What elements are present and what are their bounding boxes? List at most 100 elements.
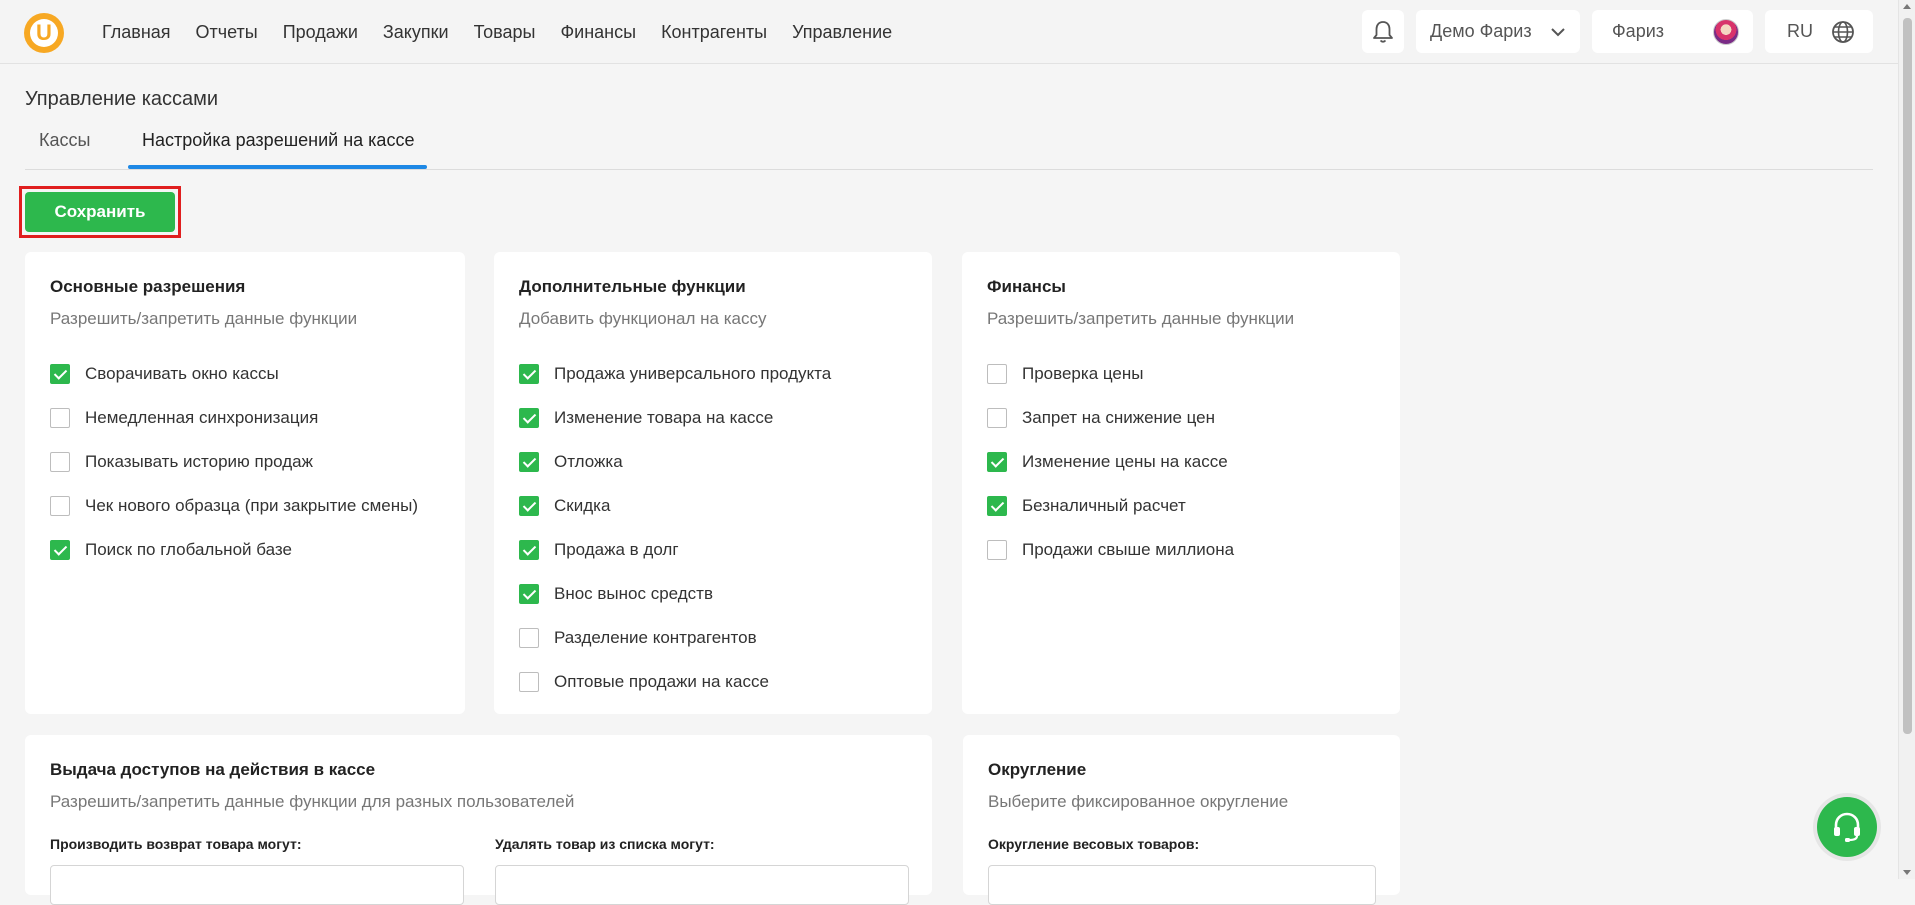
top-bar: U Главная Отчеты Продажи Закупки Товары … — [0, 0, 1898, 64]
option-label: Чек нового образца (при закрытие смены) — [85, 496, 418, 515]
logo-letter: U — [30, 19, 58, 47]
permission-option[interactable]: Разделение контрагентов — [519, 616, 831, 660]
checkbox-checked[interactable] — [519, 496, 539, 516]
card-title: Финансы — [987, 277, 1066, 296]
card-basic-permissions: Основные разрешения Разрешить/запретить … — [25, 252, 465, 714]
permission-option[interactable]: Показывать историю продаж — [50, 440, 418, 484]
card-subtitle: Добавить функционал на кассу — [519, 309, 767, 328]
bell-icon — [1373, 20, 1393, 43]
user-menu[interactable]: Фариз — [1592, 10, 1753, 53]
checkbox-unchecked[interactable] — [987, 540, 1007, 560]
permission-option[interactable]: Скидка — [519, 484, 831, 528]
nav-item-products[interactable]: Товары — [474, 22, 536, 43]
card-title: Основные разрешения — [50, 277, 246, 296]
save-button[interactable]: Сохранить — [25, 192, 175, 232]
option-label: Продажа в долг — [554, 540, 679, 559]
checkbox-checked[interactable] — [987, 496, 1007, 516]
option-label: Изменение товара на кассе — [554, 408, 774, 427]
save-button-highlight: Сохранить — [19, 186, 181, 238]
checkbox-checked[interactable] — [50, 364, 70, 384]
permission-option[interactable]: Поиск по глобальной базе — [50, 528, 418, 572]
permission-option[interactable]: Изменение товара на кассе — [519, 396, 831, 440]
chevron-down-icon — [1551, 27, 1565, 36]
weight-rounding-label: Округление весовых товаров: — [988, 836, 1200, 852]
return-permission-select[interactable] — [50, 865, 464, 905]
checkbox-unchecked[interactable] — [519, 628, 539, 648]
checkbox-checked[interactable] — [50, 540, 70, 560]
checkbox-checked[interactable] — [519, 452, 539, 472]
weight-rounding-select[interactable] — [988, 865, 1376, 905]
option-label: Поиск по глобальной базе — [85, 540, 292, 559]
card-subtitle: Разрешить/запретить данные функции для р… — [50, 792, 575, 811]
notifications-button[interactable] — [1362, 10, 1404, 53]
tab-registers[interactable]: Кассы — [39, 130, 90, 151]
checkbox-unchecked[interactable] — [50, 496, 70, 516]
card-title: Округление — [988, 760, 1087, 779]
language-selector[interactable]: RU — [1765, 10, 1873, 53]
nav-item-purchases[interactable]: Закупки — [383, 22, 449, 43]
option-label: Сворачивать окно кассы — [85, 364, 279, 383]
checkbox-unchecked[interactable] — [987, 364, 1007, 384]
option-label: Запрет на снижение цен — [1022, 408, 1216, 427]
permission-option[interactable]: Изменение цены на кассе — [987, 440, 1234, 484]
card-subtitle: Разрешить/запретить данные функции — [987, 309, 1295, 328]
checkbox-unchecked[interactable] — [50, 408, 70, 428]
return-permission-label: Производить возврат товара могут: — [50, 836, 302, 852]
option-label: Продажи свыше миллиона — [1022, 540, 1235, 559]
scroll-down-icon[interactable] — [1903, 870, 1911, 875]
tab-register-permissions[interactable]: Настройка разрешений на кассе — [142, 130, 414, 151]
card-subtitle: Выберите фиксированное округление — [988, 792, 1289, 811]
option-label: Проверка цены — [1022, 364, 1144, 383]
checkbox-unchecked[interactable] — [987, 408, 1007, 428]
nav-item-home[interactable]: Главная — [102, 22, 171, 43]
app-logo[interactable]: U — [24, 13, 64, 53]
checkbox-unchecked[interactable] — [519, 672, 539, 692]
nav-item-sales[interactable]: Продажи — [283, 22, 358, 43]
scroll-up-icon[interactable] — [1903, 4, 1911, 9]
company-name: Демо Фариз — [1430, 21, 1532, 41]
checkbox-checked[interactable] — [519, 408, 539, 428]
permission-option[interactable]: Продажа в долг — [519, 528, 831, 572]
permission-option[interactable]: Чек нового образца (при закрытие смены) — [50, 484, 418, 528]
card-rounding: Округление Выберите фиксированное округл… — [963, 735, 1400, 905]
permission-option[interactable]: Сворачивать окно кассы — [50, 352, 418, 396]
nav-item-management[interactable]: Управление — [792, 22, 892, 43]
nav-item-reports[interactable]: Отчеты — [196, 22, 258, 43]
card-user-access: Выдача доступов на действия в кассе Разр… — [25, 735, 932, 905]
support-chat-button[interactable] — [1813, 793, 1881, 861]
checkbox-checked[interactable] — [519, 540, 539, 560]
option-list: Продажа универсального продукта Изменение… — [519, 352, 831, 704]
option-label: Отложка — [554, 452, 623, 471]
page-title: Управление кассами — [25, 88, 219, 110]
headset-icon — [1834, 812, 1860, 842]
permission-option[interactable]: Продажа универсального продукта — [519, 352, 831, 396]
scroll-thumb[interactable] — [1903, 18, 1912, 734]
card-subtitle: Разрешить/запретить данные функции — [50, 309, 358, 328]
card-finance: Финансы Разрешить/запретить данные функц… — [962, 252, 1400, 714]
permission-option[interactable]: Запрет на снижение цен — [987, 396, 1234, 440]
permission-option[interactable]: Проверка цены — [987, 352, 1234, 396]
delete-permission-select[interactable] — [495, 865, 909, 905]
permission-option[interactable]: Внос вынос средств — [519, 572, 831, 616]
option-label: Разделение контрагентов — [554, 628, 757, 647]
checkbox-unchecked[interactable] — [50, 452, 70, 472]
card-extra-functions: Дополнительные функции Добавить функцион… — [494, 252, 932, 714]
avatar — [1713, 18, 1739, 45]
permission-option[interactable]: Немедленная синхронизация — [50, 396, 418, 440]
checkbox-checked[interactable] — [519, 584, 539, 604]
nav-item-finance[interactable]: Финансы — [560, 22, 636, 43]
option-list: Проверка цены Запрет на снижение цен Измен… — [987, 352, 1234, 572]
permission-option[interactable]: Оптовые продажи на кассе — [519, 660, 831, 704]
checkbox-checked[interactable] — [987, 452, 1007, 472]
option-label: Продажа универсального продукта — [554, 364, 832, 383]
page-scrollbar[interactable] — [1898, 0, 1915, 879]
company-selector[interactable]: Демо Фариз — [1416, 10, 1580, 53]
permission-option[interactable]: Продажи свыше миллиона — [987, 528, 1234, 572]
permission-option[interactable]: Отложка — [519, 440, 831, 484]
permission-option[interactable]: Безналичный расчет — [987, 484, 1234, 528]
language-code: RU — [1787, 21, 1813, 41]
option-label: Изменение цены на кассе — [1022, 452, 1228, 471]
checkbox-checked[interactable] — [519, 364, 539, 384]
globe-icon — [1832, 20, 1854, 43]
nav-item-contractors[interactable]: Контрагенты — [661, 22, 767, 43]
